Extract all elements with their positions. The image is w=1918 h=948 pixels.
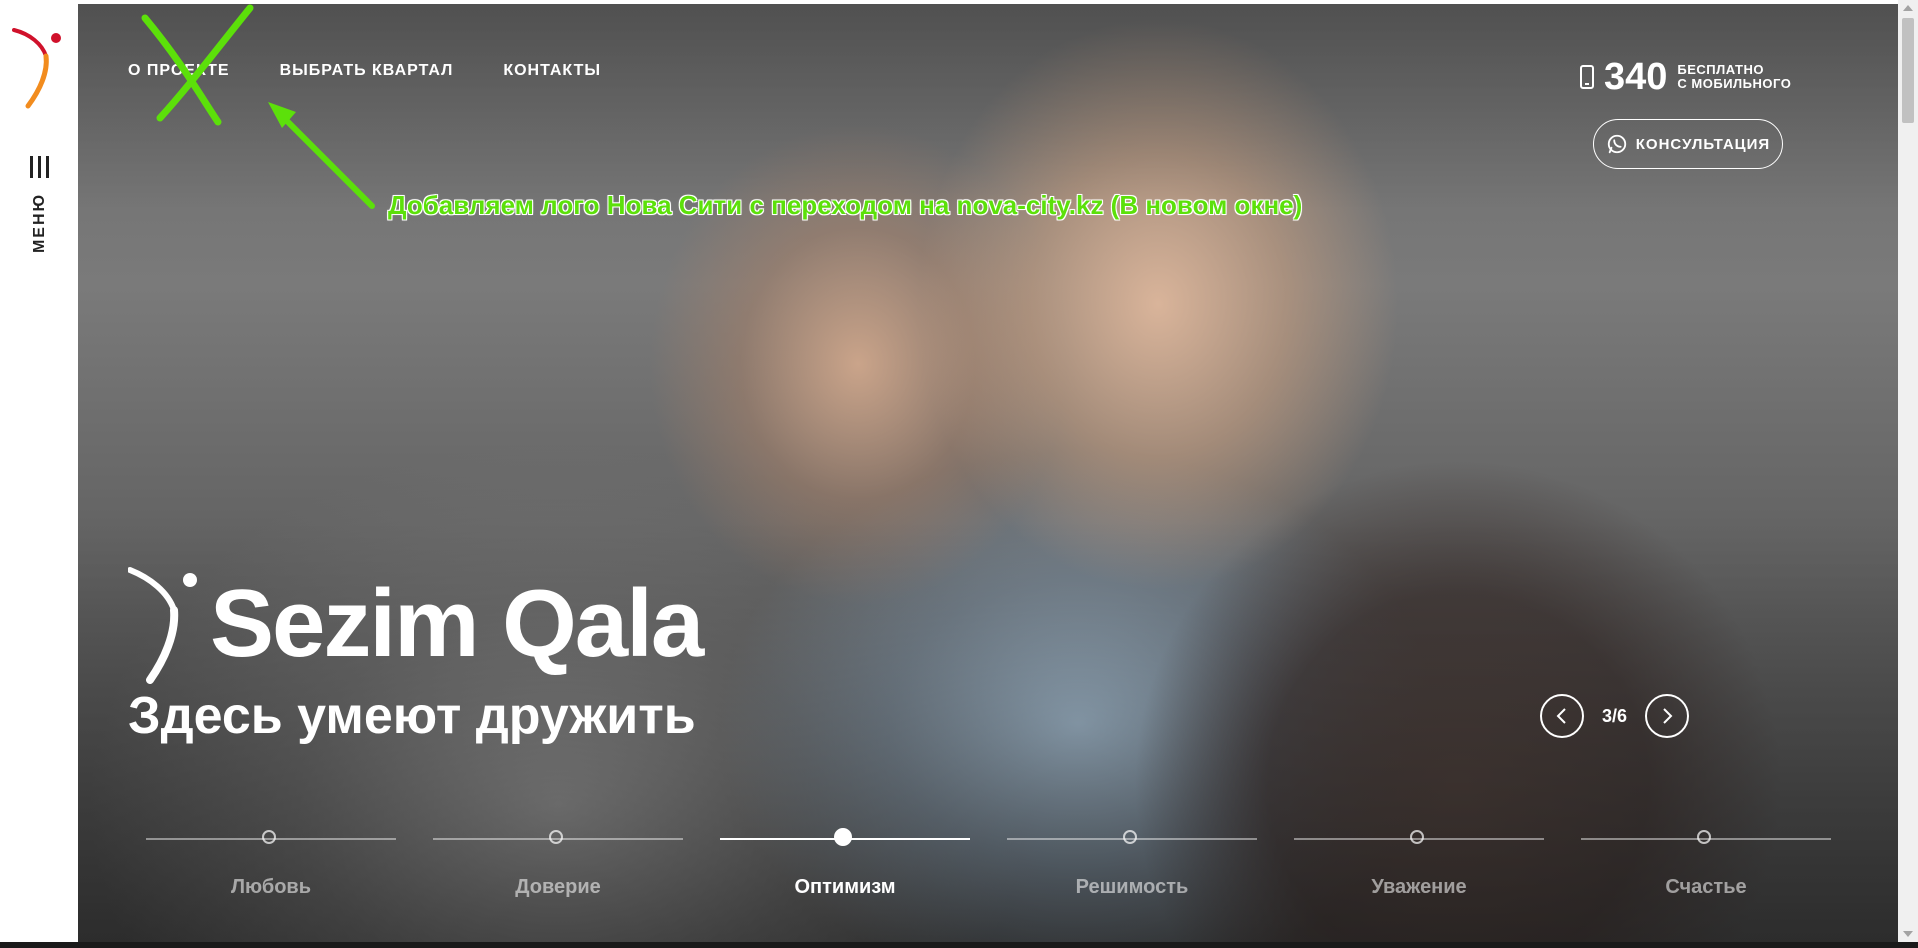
phone-note-line2: С МОБИЛЬНОГО: [1677, 76, 1792, 91]
annotation-note: Добавляем лого Нова Сити с переходом на …: [388, 190, 1303, 220]
brand-name: Sezim Qala: [210, 570, 704, 677]
nav-contacts[interactable]: КОНТАКТЫ: [503, 62, 601, 80]
menu-label: МЕНЮ: [31, 192, 48, 254]
tab-love[interactable]: Любовь: [146, 824, 396, 904]
hamburger-icon: [30, 156, 50, 178]
nav-choose-quarter[interactable]: ВЫБРАТЬ КВАРТАЛ: [280, 62, 454, 80]
hero-slogan: Здесь умеют дружить: [128, 687, 696, 745]
scroll-thumb[interactable]: [1902, 18, 1914, 123]
tab-determination[interactable]: Решимость: [1007, 824, 1257, 904]
nav-about-project[interactable]: О ПРОЕКТЕ: [128, 62, 230, 80]
tab-label: Решимость: [1075, 876, 1189, 898]
tab-dot: [1410, 830, 1424, 844]
scroll-down-arrow-icon[interactable]: [1903, 931, 1913, 937]
phone-note: БЕСПЛАТНО С МОБИЛЬНОГО: [1677, 63, 1791, 91]
scroll-up-arrow-icon[interactable]: [1903, 5, 1913, 11]
chevron-right-icon: [1663, 708, 1673, 724]
tab-label: Доверие: [515, 876, 601, 898]
phone-note-line1: БЕСПЛАТНО: [1677, 62, 1764, 77]
tab-label: Любовь: [230, 876, 311, 898]
tab-label: Оптимизм: [794, 876, 896, 898]
whatsapp-icon: [1607, 134, 1626, 154]
phone-number: 340: [1604, 56, 1668, 98]
window-bottom-edge: [0, 942, 1918, 948]
tab-label: Счастье: [1665, 876, 1747, 898]
tab-dot: [834, 828, 852, 846]
prev-slide-button[interactable]: [1540, 694, 1584, 738]
tab-optimism[interactable]: Оптимизм: [720, 824, 970, 904]
tab-dot: [1697, 830, 1711, 844]
brand-mark-icon: [128, 567, 197, 684]
slide-counter: 3/6: [1602, 705, 1628, 726]
brand-lockup: Sezim Qala: [128, 564, 704, 684]
tab-dot: [262, 830, 276, 844]
tab-trust[interactable]: Доверие: [433, 824, 683, 904]
brand-logo-icon[interactable]: [12, 22, 64, 112]
menu-toggle[interactable]: МЕНЮ: [20, 150, 60, 270]
page-scrollbar[interactable]: [1898, 0, 1918, 942]
tab-dot: [549, 830, 563, 844]
mobile-phone-icon: [1580, 65, 1594, 89]
consultation-button[interactable]: КОНСУЛЬТАЦИЯ: [1593, 119, 1783, 169]
slider-controls: 3/6: [1540, 694, 1690, 738]
phone-block[interactable]: 340 БЕСПЛАТНО С МОБИЛЬНОГО: [1580, 58, 1791, 96]
hero-slide: О ПРОЕКТЕ ВЫБРАТЬ КВАРТАЛ КОНТАКТЫ 340 Б…: [78, 4, 1898, 942]
left-sidebar: МЕНЮ: [0, 0, 78, 948]
top-nav: О ПРОЕКТЕ ВЫБРАТЬ КВАРТАЛ КОНТАКТЫ: [128, 62, 601, 80]
chevron-left-icon: [1556, 708, 1566, 724]
tab-happiness[interactable]: Счастье: [1581, 824, 1831, 904]
tab-dot: [1123, 830, 1137, 844]
consultation-label: КОНСУЛЬТАЦИЯ: [1635, 135, 1771, 153]
next-slide-button[interactable]: [1645, 694, 1690, 738]
tab-respect[interactable]: Уважение: [1294, 824, 1544, 904]
tab-label: Уважение: [1371, 876, 1467, 898]
value-tabs: Любовь Доверие Оптимизм Решимость Уважен…: [146, 824, 1831, 904]
